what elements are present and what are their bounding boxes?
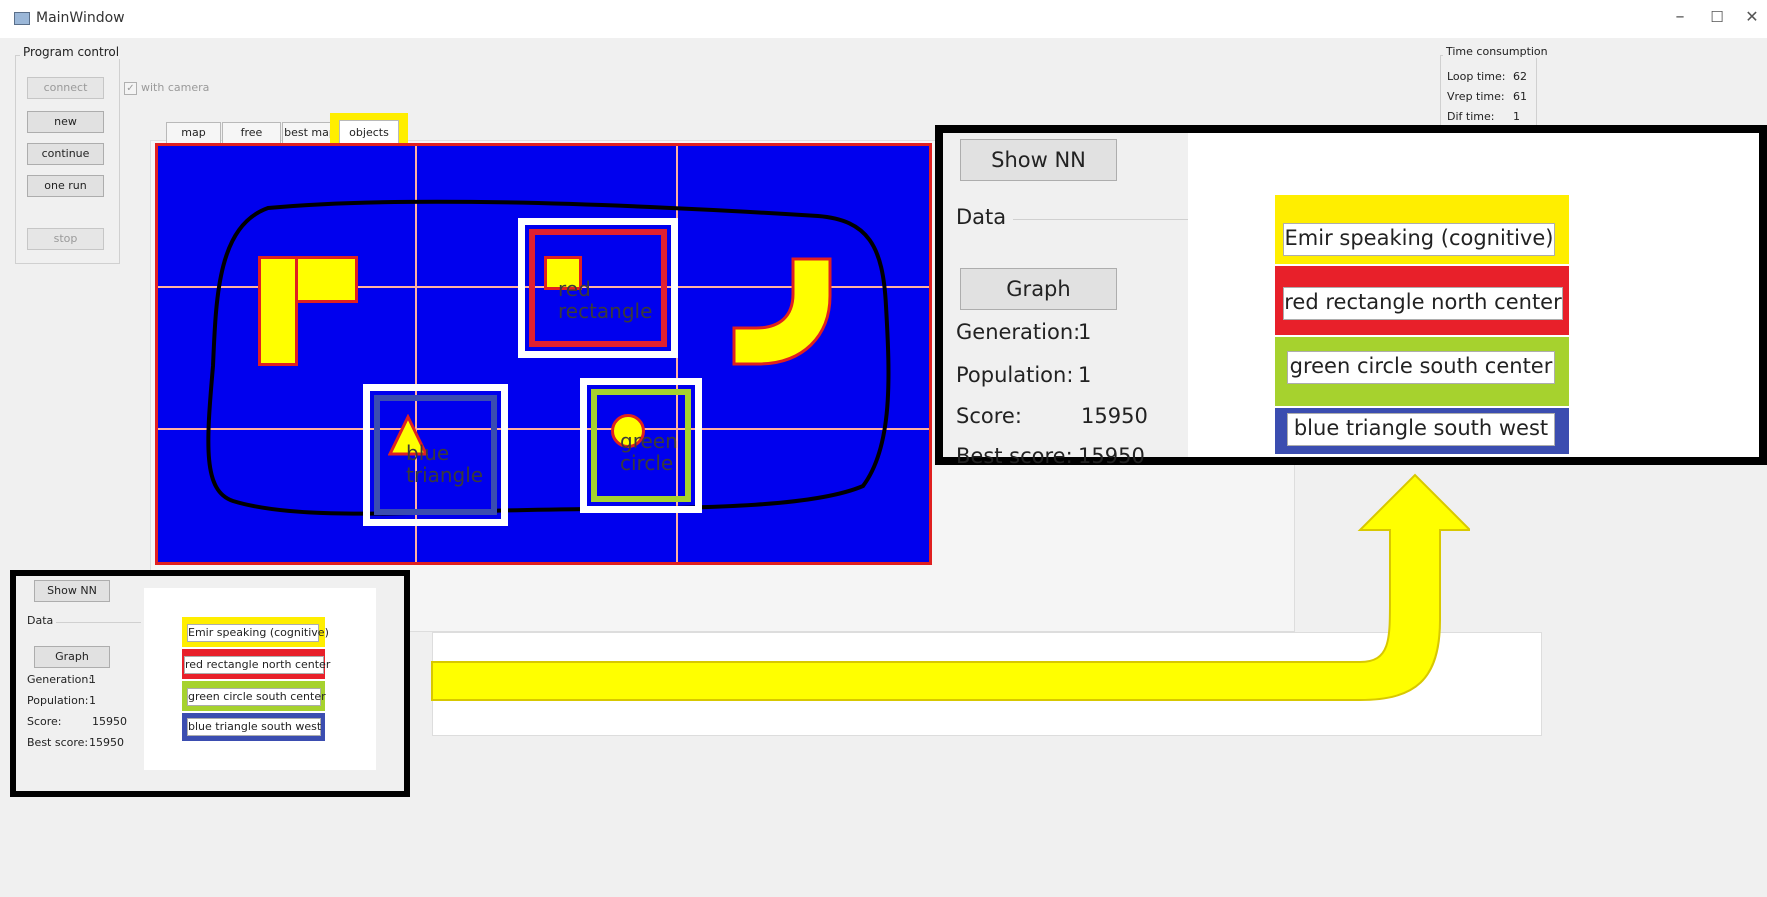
one-run-button[interactable]: one run (27, 175, 104, 197)
tab-map[interactable]: map (166, 122, 221, 144)
dif-time-label: Dif time: (1447, 110, 1495, 123)
generation-value: 1 (89, 673, 96, 686)
population-label: Population: (27, 694, 89, 707)
classification-area: Emir speaking (cognitive) red rectangle … (144, 588, 376, 770)
stop-button[interactable]: stop (27, 228, 104, 250)
loop-time-label: Loop time: (1447, 70, 1506, 83)
vrep-time-value: 61 (1513, 90, 1527, 103)
zoomed-best-score-label: Best score: (956, 444, 1073, 468)
small-class-label-blue: blue triangle south west (187, 718, 321, 736)
zoomed-score-label: Score: (956, 404, 1022, 428)
population-value: 1 (89, 694, 96, 707)
window-title: MainWindow (36, 10, 125, 26)
class-label-red: red rectangle north center (1283, 287, 1563, 320)
small-data-group-line (56, 622, 141, 623)
data-label: Data (27, 614, 54, 627)
small-data-panel: Show NN Data Graph Generation: 1 Populat… (10, 570, 410, 797)
loop-time-value: 62 (1513, 70, 1527, 83)
time-consumption-label: Time consumption (1443, 45, 1551, 58)
graph-button[interactable]: Graph (34, 646, 110, 668)
dif-time-value: 1 (1513, 110, 1520, 123)
best-score-value: 15950 (89, 736, 124, 749)
connect-button[interactable]: connect (27, 77, 104, 99)
small-class-label-emir: Emir speaking (cognitive) (187, 624, 329, 642)
continue-button[interactable]: continue (27, 143, 104, 165)
small-class-label-red: red rectangle north center (184, 656, 330, 674)
tab-free-space[interactable]: free space (222, 122, 281, 159)
close-icon[interactable]: ✕ (1737, 7, 1767, 26)
with-camera-checkbox[interactable]: ✓ (124, 82, 137, 95)
show-nn-button[interactable]: Show NN (34, 580, 110, 602)
class-label-blue: blue triangle south west (1287, 413, 1555, 446)
program-control-label: Program control (20, 45, 123, 59)
small-class-label-green: green circle south center (187, 688, 326, 706)
tab-objects[interactable]: objects (339, 120, 399, 145)
minimize-icon[interactable]: – (1665, 6, 1695, 27)
class-label-green: green circle south center (1287, 351, 1555, 384)
data-group-line (1013, 219, 1188, 220)
zoomed-best-score-value: 15950 (1078, 444, 1145, 468)
vrep-time-label: Vrep time: (1447, 90, 1505, 103)
zoomed-generation-label: Generation: (956, 320, 1081, 344)
zoomed-score-value: 15950 (1081, 404, 1148, 428)
maximize-icon[interactable]: ☐ (1702, 8, 1732, 26)
score-label: Score: (27, 715, 62, 728)
best-score-label: Best score: (27, 736, 89, 749)
score-value: 15950 (92, 715, 127, 728)
yellow-arrow (431, 473, 1470, 701)
new-button[interactable]: new (27, 111, 104, 133)
yellow-obstacle-l-side (258, 256, 298, 366)
generation-label: Generation: (27, 673, 93, 686)
app-window-icon (14, 12, 30, 25)
red-rectangle-label: red rectangle (558, 277, 653, 323)
zoomed-graph-button[interactable]: Graph (960, 268, 1117, 310)
zoomed-data-panel: Show NN Data Graph Generation: 1 Populat… (935, 125, 1767, 468)
with-camera-label: with camera (141, 81, 210, 94)
green-circle-label: green circle (620, 429, 678, 475)
zoomed-data-label: Data (956, 205, 1007, 229)
title-bar (0, 0, 1767, 38)
zoomed-generation-value: 1 (1078, 320, 1092, 344)
zoomed-population-label: Population: (956, 363, 1074, 387)
zoomed-show-nn-button[interactable]: Show NN (960, 139, 1117, 181)
yellow-obstacle-curve (732, 257, 832, 366)
zoomed-population-value: 1 (1078, 363, 1092, 387)
class-label-emir: Emir speaking (cognitive) (1283, 223, 1555, 256)
